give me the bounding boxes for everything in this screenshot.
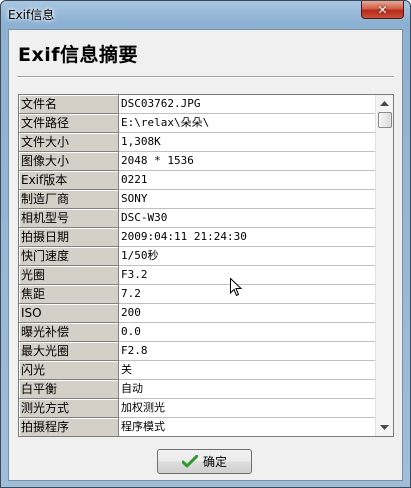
exif-key-cell: 文件路径 bbox=[19, 114, 119, 133]
exif-dialog-window: Exif信息 ✕ Exif信息摘要 文件名 DSC03762.JPG 文件路径 E:\… bbox=[0, 0, 411, 488]
title-bar[interactable]: Exif信息 ✕ bbox=[1, 1, 410, 27]
vertical-scrollbar[interactable] bbox=[375, 95, 393, 436]
table-row[interactable]: 曝光补偿 0.0 bbox=[19, 323, 376, 342]
exif-value-cell[interactable]: 关 bbox=[119, 361, 376, 380]
exif-key-cell: 测光方式 bbox=[19, 399, 119, 418]
exif-key-cell: 拍摄日期 bbox=[19, 228, 119, 247]
close-icon: ✕ bbox=[377, 2, 388, 17]
exif-value-cell[interactable]: F2.8 bbox=[119, 342, 376, 361]
heading-separator bbox=[17, 76, 394, 78]
window-title: Exif信息 bbox=[8, 8, 55, 22]
dialog-heading: Exif信息摘要 bbox=[18, 44, 139, 66]
table-row[interactable]: 拍摄日期 2009:04:11 21:24:30 bbox=[19, 228, 376, 247]
exif-value-cell[interactable]: 加权测光 bbox=[119, 399, 376, 418]
exif-key-cell: 最大光圈 bbox=[19, 342, 119, 361]
exif-key-cell: ISO bbox=[19, 304, 119, 323]
exif-value-cell[interactable]: 200 bbox=[119, 304, 376, 323]
table-row[interactable]: 快门速度 1/50秒 bbox=[19, 247, 376, 266]
table-row[interactable]: 白平衡 自动 bbox=[19, 380, 376, 399]
exif-key-cell: 制造厂商 bbox=[19, 190, 119, 209]
table-row[interactable]: 文件路径 E:\relax\朵朵\ bbox=[19, 114, 376, 133]
table-row[interactable]: 光圈 F3.2 bbox=[19, 266, 376, 285]
scroll-down-arrow-icon bbox=[380, 424, 389, 430]
exif-key-cell: 光圈 bbox=[19, 266, 119, 285]
mouse-cursor-icon bbox=[230, 277, 243, 301]
exif-value-cell[interactable]: DSC03762.JPG bbox=[119, 95, 376, 114]
exif-key-cell: Exif版本 bbox=[19, 171, 119, 190]
exif-key-cell: 文件名 bbox=[19, 95, 119, 114]
exif-value-cell[interactable]: SONY bbox=[119, 190, 376, 209]
exif-key-cell: 快门速度 bbox=[19, 247, 119, 266]
exif-key-cell: 白平衡 bbox=[19, 380, 119, 399]
table-row[interactable]: ISO 200 bbox=[19, 304, 376, 323]
table-row[interactable]: 最大光圈 F2.8 bbox=[19, 342, 376, 361]
table-row[interactable]: 拍摄程序 程序模式 bbox=[19, 418, 376, 436]
table-row[interactable]: 测光方式 加权测光 bbox=[19, 399, 376, 418]
ok-button-label: 确定 bbox=[202, 455, 227, 469]
exif-key-cell: 闪光 bbox=[19, 361, 119, 380]
ok-button[interactable]: 确定 bbox=[157, 449, 252, 474]
exif-value-cell[interactable]: 程序模式 bbox=[119, 418, 376, 436]
checkmark-icon bbox=[181, 454, 198, 469]
exif-value-cell[interactable]: 0.0 bbox=[119, 323, 376, 342]
exif-key-cell: 拍摄程序 bbox=[19, 418, 119, 436]
exif-key-cell: 图像大小 bbox=[19, 152, 119, 171]
scroll-thumb[interactable] bbox=[378, 112, 392, 128]
scroll-down-button[interactable] bbox=[376, 419, 393, 436]
exif-value-cell[interactable]: F3.2 bbox=[119, 266, 376, 285]
close-button[interactable]: ✕ bbox=[361, 1, 404, 19]
exif-rows: 文件名 DSC03762.JPG 文件路径 E:\relax\朵朵\ 文件大小 1,308… bbox=[19, 95, 376, 436]
table-row[interactable]: 文件名 DSC03762.JPG bbox=[19, 95, 376, 114]
exif-value-cell[interactable]: E:\relax\朵朵\ bbox=[119, 114, 376, 133]
table-row[interactable]: 制造厂商 SONY bbox=[19, 190, 376, 209]
dialog-client-area: Exif信息摘要 文件名 DSC03762.JPG 文件路径 E:\relax\朵朵\… bbox=[8, 29, 403, 481]
table-row[interactable]: 相机型号 DSC-W30 bbox=[19, 209, 376, 228]
table-row[interactable]: 文件大小 1,308K bbox=[19, 133, 376, 152]
table-row[interactable]: 焦距 7.2 bbox=[19, 285, 376, 304]
exif-value-cell[interactable]: 自动 bbox=[119, 380, 376, 399]
exif-key-cell: 相机型号 bbox=[19, 209, 119, 228]
exif-key-cell: 焦距 bbox=[19, 285, 119, 304]
table-row[interactable]: Exif版本 0221 bbox=[19, 171, 376, 190]
exif-info-grid[interactable]: 文件名 DSC03762.JPG 文件路径 E:\relax\朵朵\ 文件大小 1,308… bbox=[18, 94, 394, 437]
exif-value-cell[interactable]: 7.2 bbox=[119, 285, 376, 304]
table-row[interactable]: 闪光关 bbox=[19, 361, 376, 380]
exif-value-cell[interactable]: 2048 * 1536 bbox=[119, 152, 376, 171]
exif-value-cell[interactable]: 0221 bbox=[119, 171, 376, 190]
scroll-up-button[interactable] bbox=[376, 95, 393, 112]
scroll-up-arrow-icon bbox=[380, 100, 389, 106]
exif-value-cell[interactable]: 1,308K bbox=[119, 133, 376, 152]
exif-value-cell[interactable]: 1/50秒 bbox=[119, 247, 376, 266]
exif-key-cell: 曝光补偿 bbox=[19, 323, 119, 342]
exif-value-cell[interactable]: DSC-W30 bbox=[119, 209, 376, 228]
table-row[interactable]: 图像大小 2048 * 1536 bbox=[19, 152, 376, 171]
exif-value-cell[interactable]: 2009:04:11 21:24:30 bbox=[119, 228, 376, 247]
exif-key-cell: 文件大小 bbox=[19, 133, 119, 152]
